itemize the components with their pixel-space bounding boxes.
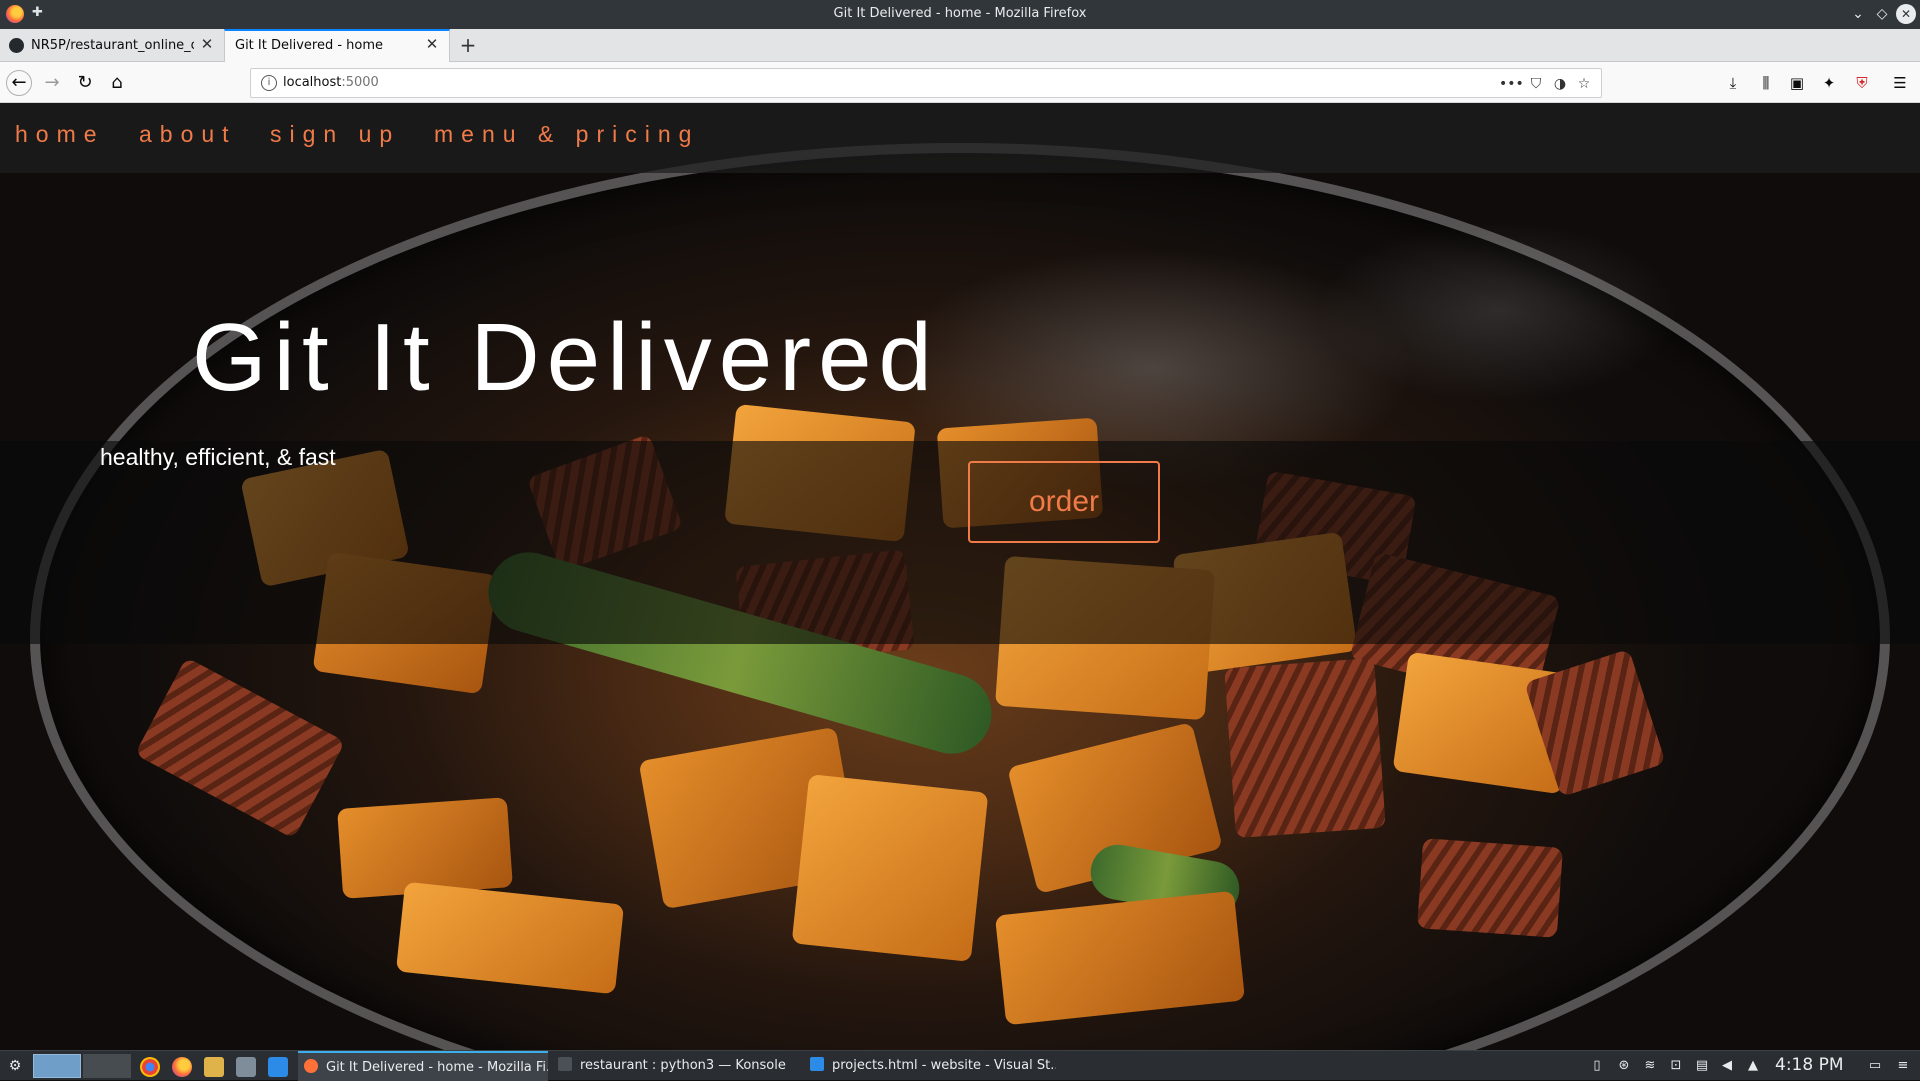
task-label: Git It Delivered - home - Mozilla Fi... bbox=[326, 1060, 548, 1075]
back-button[interactable]: ← bbox=[6, 70, 32, 96]
nav-link-menu-pricing[interactable]: menu & pricing bbox=[434, 121, 699, 148]
kdeconnect-icon[interactable]: ▯ bbox=[1588, 1057, 1606, 1075]
url-host: localhost bbox=[283, 75, 342, 90]
new-tab-button[interactable]: + bbox=[455, 32, 481, 58]
page-viewport: home about sign up menu & pricing Git It… bbox=[0, 103, 1920, 1050]
food-piece bbox=[1224, 657, 1386, 839]
task-label: projects.html - website - Visual St... bbox=[832, 1058, 1056, 1073]
calculator-icon[interactable] bbox=[236, 1057, 256, 1077]
clock[interactable]: 4:18 PM bbox=[1775, 1055, 1844, 1075]
firefox-icon[interactable] bbox=[172, 1057, 192, 1077]
taskbar: ⚙ Git It Delivered - home - Mozilla Fi..… bbox=[0, 1050, 1920, 1081]
library-icon[interactable]: ⫼ bbox=[1755, 72, 1777, 94]
tab-strip: NR5P/restaurant_online_o ✕ Git It Delive… bbox=[0, 29, 1920, 63]
download-icon[interactable]: ⤓ bbox=[1722, 72, 1744, 94]
panel-menu-icon[interactable]: ≡ bbox=[1894, 1057, 1912, 1075]
show-desktop-icon[interactable]: ▭ bbox=[1866, 1057, 1884, 1075]
reader-mode-icon[interactable]: ◑ bbox=[1549, 73, 1571, 95]
task-firefox[interactable]: Git It Delivered - home - Mozilla Fi... bbox=[298, 1051, 548, 1081]
food-piece bbox=[1417, 838, 1563, 938]
app-launcher-icon[interactable]: ⚙ bbox=[6, 1057, 24, 1075]
lock-icon[interactable]: ⊡ bbox=[1667, 1057, 1685, 1075]
vscode-icon bbox=[810, 1057, 824, 1071]
food-piece bbox=[791, 774, 989, 962]
menu-icon[interactable]: ☰ bbox=[1889, 72, 1911, 94]
vscode-icon[interactable] bbox=[268, 1057, 288, 1077]
nav-link-about[interactable]: about bbox=[139, 121, 237, 148]
file-manager-icon[interactable] bbox=[204, 1057, 224, 1077]
bookmark-star-icon[interactable]: ☆ bbox=[1573, 73, 1595, 95]
nav-link-sign-up[interactable]: sign up bbox=[270, 121, 400, 148]
site-nav: home about sign up menu & pricing bbox=[0, 103, 1920, 173]
task-label: restaurant : python3 — Konsole bbox=[580, 1058, 786, 1073]
navigation-toolbar: ← → ↻ ⌂ i localhost:5000 ••• ⛉ ◑ ☆ ⤓ ⫼ ▣… bbox=[0, 62, 1920, 103]
sidebar-icon[interactable]: ▣ bbox=[1786, 72, 1808, 94]
hero-band bbox=[0, 441, 1920, 644]
url-text[interactable]: localhost:5000 bbox=[283, 75, 379, 90]
close-tab-icon[interactable]: ✕ bbox=[197, 34, 217, 54]
window-titlebar: ✚ Git It Delivered - home - Mozilla Fire… bbox=[0, 0, 1920, 29]
close-tab-icon[interactable]: ✕ bbox=[422, 34, 442, 54]
chrome-icon[interactable] bbox=[140, 1057, 160, 1077]
github-icon bbox=[9, 38, 24, 53]
shield-icon[interactable]: ⛨ bbox=[1851, 72, 1873, 94]
task-vscode[interactable]: projects.html - website - Visual St... bbox=[806, 1051, 1056, 1081]
tray-expand-icon[interactable]: ▲ bbox=[1744, 1057, 1762, 1075]
tab-git-it-delivered[interactable]: Git It Delivered - home ✕ bbox=[224, 29, 450, 63]
pocket-icon[interactable]: ⛉ bbox=[1525, 73, 1547, 95]
desktop-pager-2[interactable] bbox=[83, 1054, 131, 1078]
tab-github-repo[interactable]: NR5P/restaurant_online_o ✕ bbox=[0, 29, 222, 62]
terminal-icon bbox=[558, 1057, 572, 1071]
clipboard-icon[interactable]: ▤ bbox=[1693, 1057, 1711, 1075]
task-konsole[interactable]: restaurant : python3 — Konsole bbox=[554, 1051, 799, 1081]
reload-button[interactable]: ↻ bbox=[72, 70, 98, 96]
url-port: :5000 bbox=[341, 75, 379, 90]
close-window-button[interactable]: ✕ bbox=[1896, 4, 1916, 24]
page-actions-icon[interactable]: ••• bbox=[1499, 73, 1524, 95]
hero-title: Git It Delivered bbox=[192, 304, 939, 411]
window-title: Git It Delivered - home - Mozilla Firefo… bbox=[833, 6, 1087, 21]
url-bar[interactable]: i localhost:5000 ••• ⛉ ◑ ☆ bbox=[250, 68, 1602, 98]
desktop-pager-1[interactable] bbox=[33, 1054, 81, 1078]
updates-icon[interactable]: ⊛ bbox=[1615, 1057, 1633, 1075]
firefox-icon bbox=[304, 1059, 318, 1073]
wifi-icon[interactable]: ≋ bbox=[1641, 1057, 1659, 1075]
hero-tagline: healthy, efficient, & fast bbox=[100, 444, 336, 470]
minimize-button[interactable]: ⌄ bbox=[1848, 4, 1868, 24]
nav-link-home[interactable]: home bbox=[15, 121, 105, 148]
home-button[interactable]: ⌂ bbox=[104, 70, 130, 96]
extension-icon[interactable]: ✦ bbox=[1818, 72, 1840, 94]
tab-label: Git It Delivered - home bbox=[235, 38, 384, 53]
tab-label: NR5P/restaurant_online_o bbox=[31, 38, 194, 53]
site-info-icon[interactable]: i bbox=[261, 75, 277, 91]
volume-icon[interactable]: ◀ bbox=[1718, 1057, 1736, 1075]
order-button[interactable]: order bbox=[968, 461, 1160, 543]
forward-button[interactable]: → bbox=[39, 70, 65, 96]
maximize-button[interactable]: ◇ bbox=[1872, 4, 1892, 24]
